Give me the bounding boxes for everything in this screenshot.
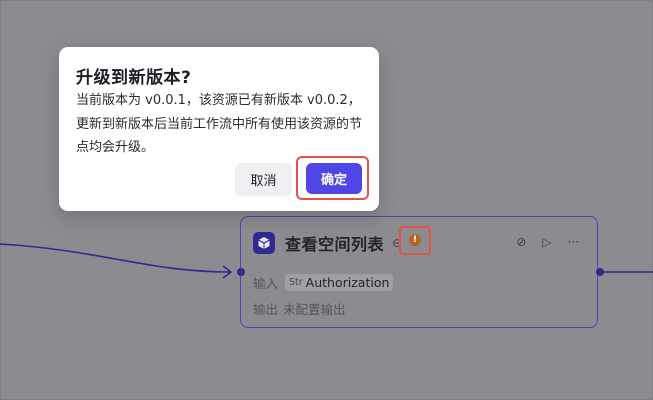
node-header: 查看空间列表 ⊖ [253, 231, 402, 255]
node-title: 查看空间列表 [285, 235, 385, 254]
output-port[interactable] [596, 268, 604, 276]
disable-icon[interactable]: ⊘ [516, 235, 526, 249]
dialog-body: 当前版本为 v0.0.1，该资源已有新版本 v0.0.2，更新到新版本后当前工作… [76, 93, 363, 155]
input-label: 输入 [253, 276, 279, 291]
run-icon[interactable]: ▷ [542, 235, 551, 249]
output-label: 输出 [253, 302, 279, 317]
warning-highlight: ! [399, 226, 431, 255]
dialog-title: 升级到新版本? [76, 68, 192, 88]
output-value: 未配置输出 [283, 302, 346, 317]
upgrade-dialog: 升级到新版本? 当前版本为 v0.0.1，该资源已有新版本 v0.0.2，更新到… [59, 47, 379, 211]
input-row: 输入 Str Authorization [253, 273, 394, 292]
cube-icon [253, 232, 275, 254]
node-actions: ⊘ ▷ ··· [516, 235, 579, 249]
incoming-edge [0, 243, 231, 273]
input-port[interactable] [237, 268, 245, 276]
more-icon[interactable]: ··· [568, 235, 579, 249]
warning-icon[interactable]: ! [409, 234, 421, 246]
input-value: Authorization [305, 275, 390, 290]
output-row: 输出 未配置输出 [253, 299, 346, 318]
input-type: Str [289, 277, 303, 288]
cancel-button[interactable]: 取消 [235, 163, 292, 196]
input-param-tag: Str Authorization [285, 274, 394, 291]
confirm-button[interactable]: 确定 [306, 163, 362, 194]
